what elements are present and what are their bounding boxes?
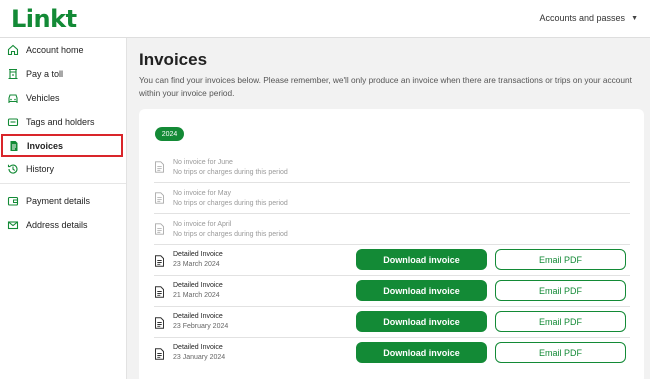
sidebar-item-address-details[interactable]: Address details [0, 213, 126, 236]
sidebar-item-label: Account home [26, 44, 84, 55]
invoice-title: Detailed Invoice [173, 282, 223, 289]
document-icon [155, 223, 164, 235]
sidebar-divider [0, 183, 126, 184]
period-note: No trips or charges during this period [173, 231, 288, 238]
row-divider [154, 244, 630, 245]
caret-down-icon: ▼ [631, 14, 638, 22]
table-row: Detailed Invoice 21 March 2024 Download … [154, 280, 630, 304]
row-divider [154, 182, 630, 183]
invoice-date: 23 January 2024 [173, 354, 226, 361]
invoice-date: 23 March 2024 [173, 261, 220, 268]
document-icon [155, 348, 164, 360]
row-divider [154, 337, 630, 338]
sidebar-item-account-home[interactable]: Account home [0, 38, 126, 61]
period-title: No invoice for April [173, 221, 232, 228]
sidebar-item-label: Address details [26, 219, 88, 230]
invoice-date: 23 February 2024 [173, 323, 229, 330]
sidebar-item-label: Vehicles [26, 92, 60, 103]
invoice-title: Detailed Invoice [173, 344, 223, 351]
sidebar-item-label: Invoices [27, 140, 64, 151]
sidebar-item-tags-and-holders[interactable]: Tags and holders [0, 110, 126, 133]
history-icon [7, 163, 19, 175]
list-item: No invoice for April No trips or charges… [154, 218, 630, 244]
invoice-date: 21 March 2024 [173, 292, 220, 299]
wallet-icon [7, 195, 19, 207]
sidebar-item-vehicles[interactable]: Vehicles [0, 86, 126, 109]
sidebar-item-payment-details[interactable]: Payment details [0, 189, 126, 212]
email-pdf-button[interactable]: Email PDF [495, 280, 626, 301]
row-divider [154, 275, 630, 276]
invoice-title: Detailed Invoice [173, 313, 223, 320]
invoice-title: Detailed Invoice [173, 251, 223, 258]
linkt-logo[interactable]: Linkt [11, 5, 77, 33]
year-badge: 2024 [155, 127, 184, 141]
accounts-and-passes-menu[interactable]: Accounts and passes ▼ [540, 13, 639, 23]
sidebar-item-label: Pay a toll [26, 68, 64, 79]
document-icon [155, 317, 164, 329]
home-icon [7, 44, 19, 56]
sidebar-item-label: Tags and holders [26, 116, 95, 127]
page-title: Invoices [139, 50, 208, 69]
email-pdf-button[interactable]: Email PDF [495, 311, 626, 332]
car-icon [7, 92, 19, 104]
toll-gate-icon [7, 68, 19, 80]
download-invoice-button[interactable]: Download invoice [356, 249, 487, 270]
table-row: Detailed Invoice 23 January 2024 Downloa… [154, 342, 630, 366]
table-row: Detailed Invoice 23 March 2024 Download … [154, 249, 630, 273]
sidebar: Account home Pay a toll Vehicles Tags an… [0, 38, 127, 379]
table-row: Detailed Invoice 23 February 2024 Downlo… [154, 311, 630, 335]
invoice-icon [8, 140, 20, 152]
document-icon [155, 286, 164, 298]
row-divider [154, 213, 630, 214]
tag-icon [7, 116, 19, 128]
sidebar-item-invoices[interactable]: Invoices [1, 134, 123, 157]
top-bar: Linkt Accounts and passes ▼ [0, 0, 650, 38]
page-intro: You can find your invoices below. Please… [139, 75, 632, 98]
accounts-and-passes-label: Accounts and passes [539, 13, 626, 23]
sidebar-item-pay-a-toll[interactable]: Pay a toll [0, 62, 126, 85]
sidebar-item-history[interactable]: History [0, 157, 126, 180]
download-invoice-button[interactable]: Download invoice [356, 311, 487, 332]
sidebar-item-label: Payment details [26, 195, 91, 206]
email-pdf-button[interactable]: Email PDF [495, 249, 626, 270]
list-item: No invoice for June No trips or charges … [154, 156, 630, 182]
period-title: No invoice for May [173, 190, 231, 197]
sidebar-item-label: History [26, 163, 55, 174]
download-invoice-button[interactable]: Download invoice [356, 342, 487, 363]
list-item: No invoice for May No trips or charges d… [154, 187, 630, 213]
row-divider [154, 306, 630, 307]
email-pdf-button[interactable]: Email PDF [495, 342, 626, 363]
envelope-icon [7, 219, 19, 231]
period-title: No invoice for June [173, 159, 233, 166]
document-icon [155, 161, 164, 173]
document-icon [155, 255, 164, 267]
period-note: No trips or charges during this period [173, 200, 288, 207]
download-invoice-button[interactable]: Download invoice [356, 280, 487, 301]
period-note: No trips or charges during this period [173, 169, 288, 176]
document-icon [155, 192, 164, 204]
